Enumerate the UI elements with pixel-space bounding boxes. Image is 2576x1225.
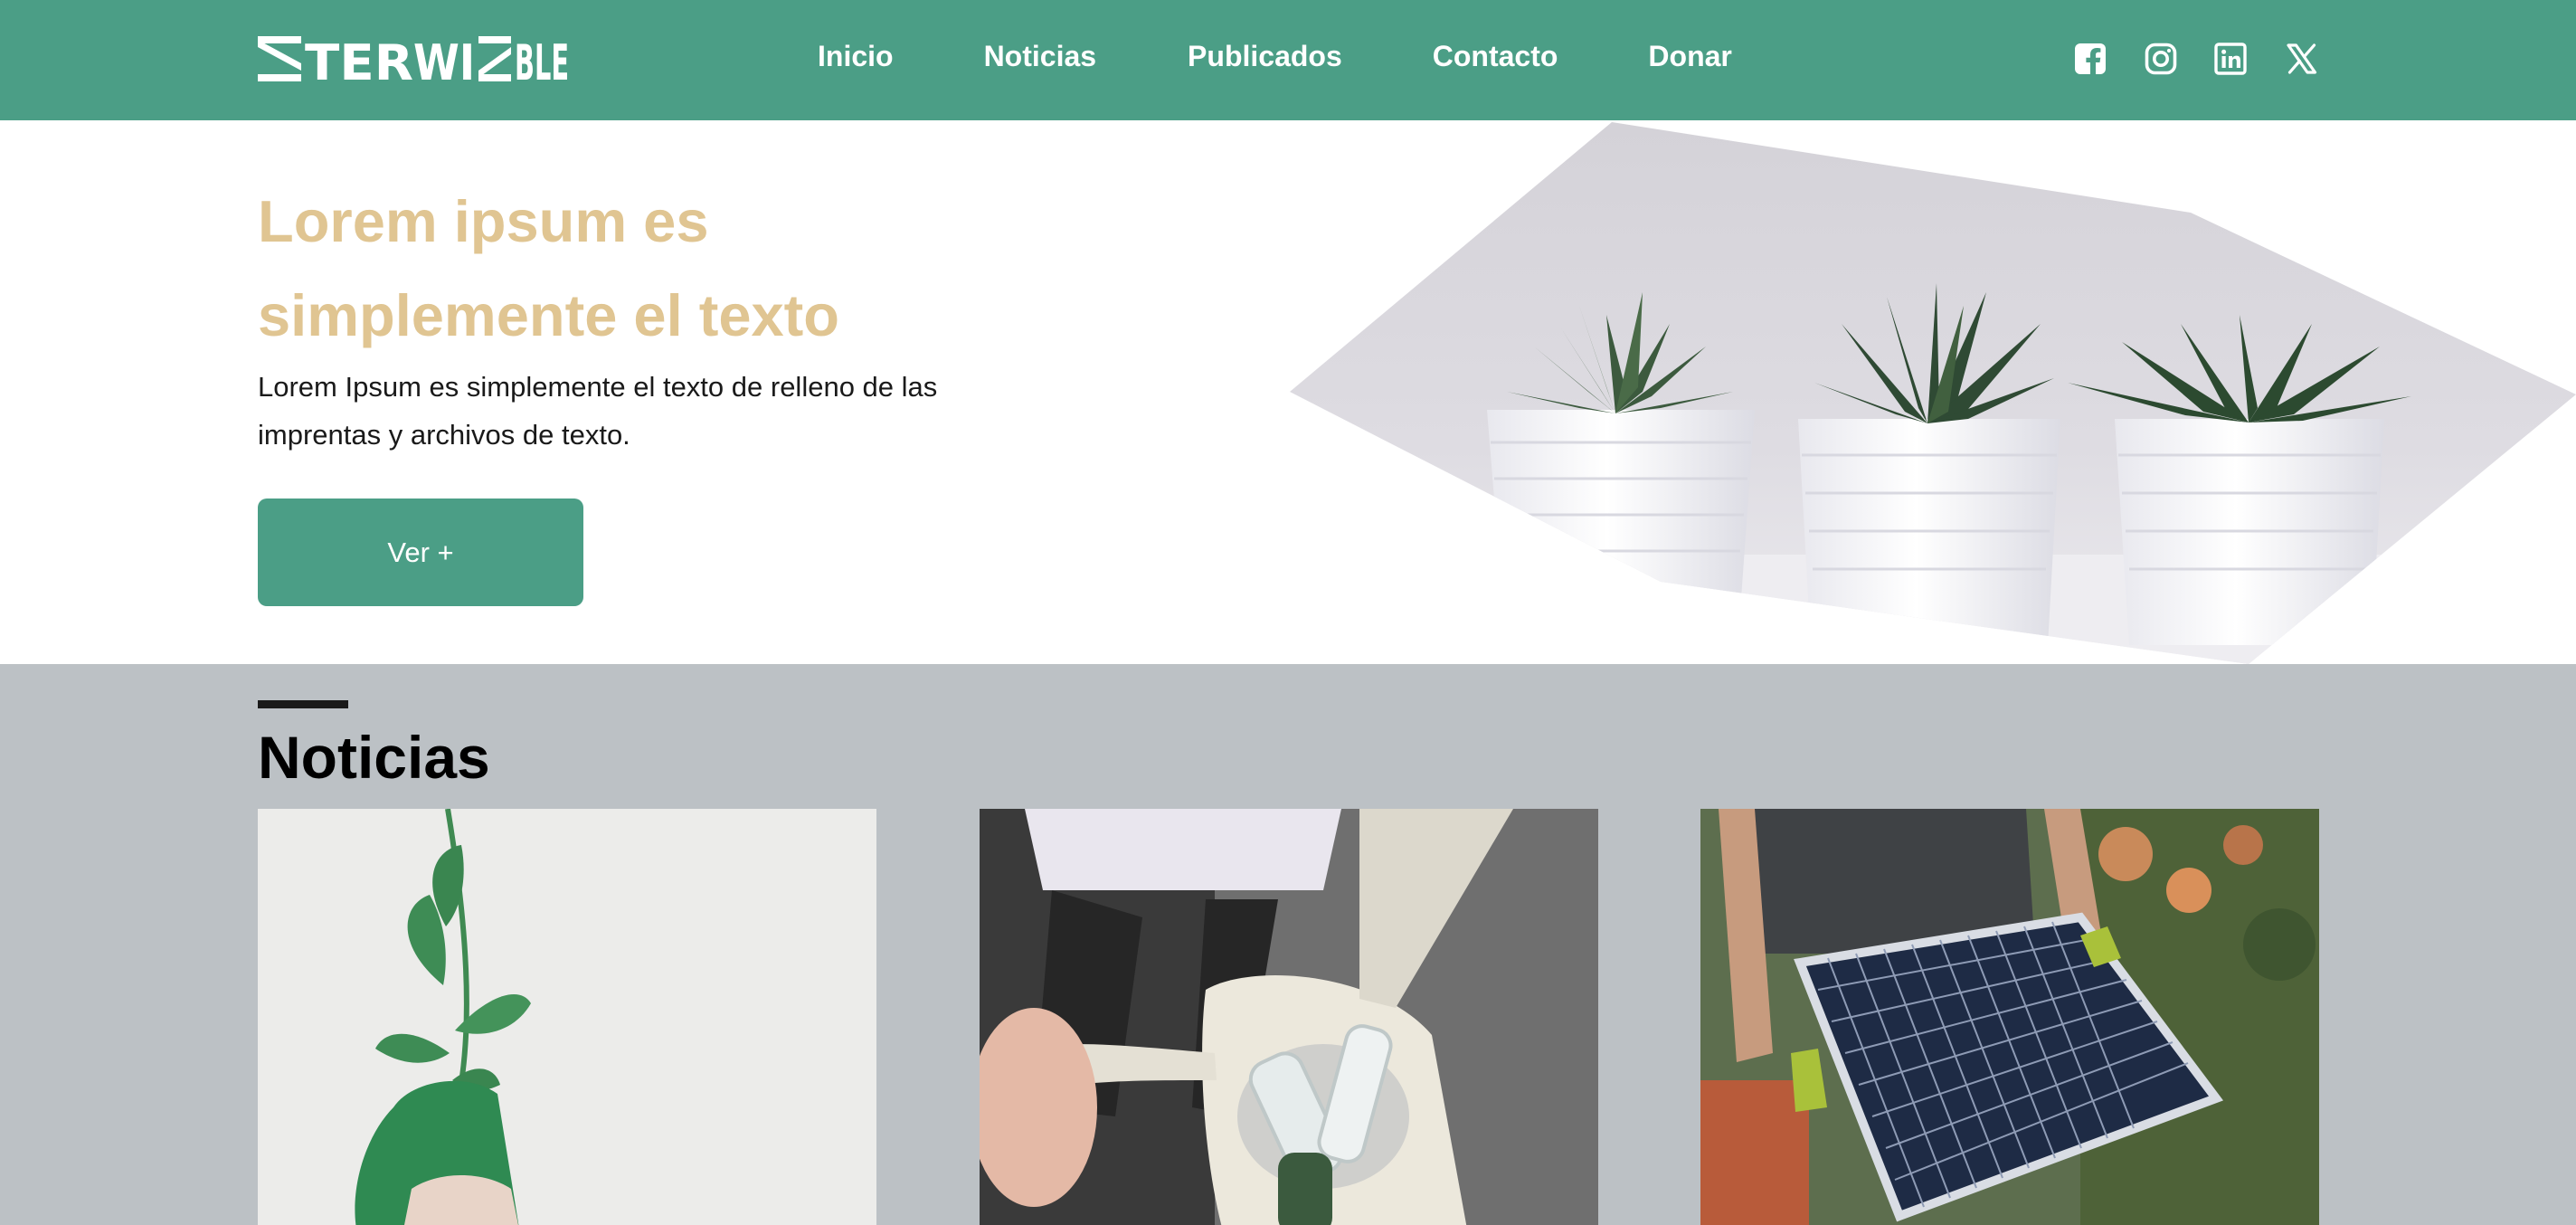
section-accent-bar: [258, 700, 348, 708]
hero-section: Lorem ipsum es simplemente el texto Lore…: [0, 120, 2576, 664]
news-card-image-plant: [258, 809, 876, 1225]
nav-item-publicados[interactable]: Publicados: [1188, 40, 1342, 73]
news-card-image-recycling: [980, 809, 1598, 1225]
nav-item-donar[interactable]: Donar: [1648, 40, 1731, 73]
nav-item-contacto[interactable]: Contacto: [1433, 40, 1558, 73]
hero-title: Lorem ipsum es simplemente el texto: [258, 188, 839, 348]
svg-text:WI: WI: [413, 34, 475, 83]
instagram-icon[interactable]: [2140, 38, 2182, 80]
linkedin-icon[interactable]: [2210, 38, 2251, 80]
facebook-icon[interactable]: [2069, 38, 2111, 80]
logo-mark: TER WI BLE: [258, 34, 569, 83]
main-nav: Inicio Noticias Publicados Contacto Dona…: [818, 0, 1732, 113]
ver-mas-button[interactable]: Ver +: [258, 499, 583, 606]
news-card-3[interactable]: [1700, 809, 2319, 1225]
news-section: Noticias: [0, 664, 2576, 1225]
logo[interactable]: TER WI BLE: [258, 34, 570, 83]
svg-text:TER: TER: [305, 34, 413, 83]
hero-image-succulents: [1290, 122, 2576, 664]
news-card-1[interactable]: [258, 809, 876, 1225]
nav-item-noticias[interactable]: Noticias: [984, 40, 1096, 73]
site-header: TER WI BLE Inicio Noticias Publicados Co…: [0, 0, 2576, 120]
news-card-2[interactable]: [980, 809, 1598, 1225]
nav-item-inicio[interactable]: Inicio: [818, 40, 894, 73]
x-icon[interactable]: [2281, 38, 2323, 80]
news-heading: Noticias: [258, 724, 490, 791]
news-card-image-solar-panel: [1700, 809, 2319, 1225]
hero-description: Lorem Ipsum es simplemente el texto de r…: [258, 371, 938, 451]
svg-text:BLE: BLE: [515, 34, 569, 83]
